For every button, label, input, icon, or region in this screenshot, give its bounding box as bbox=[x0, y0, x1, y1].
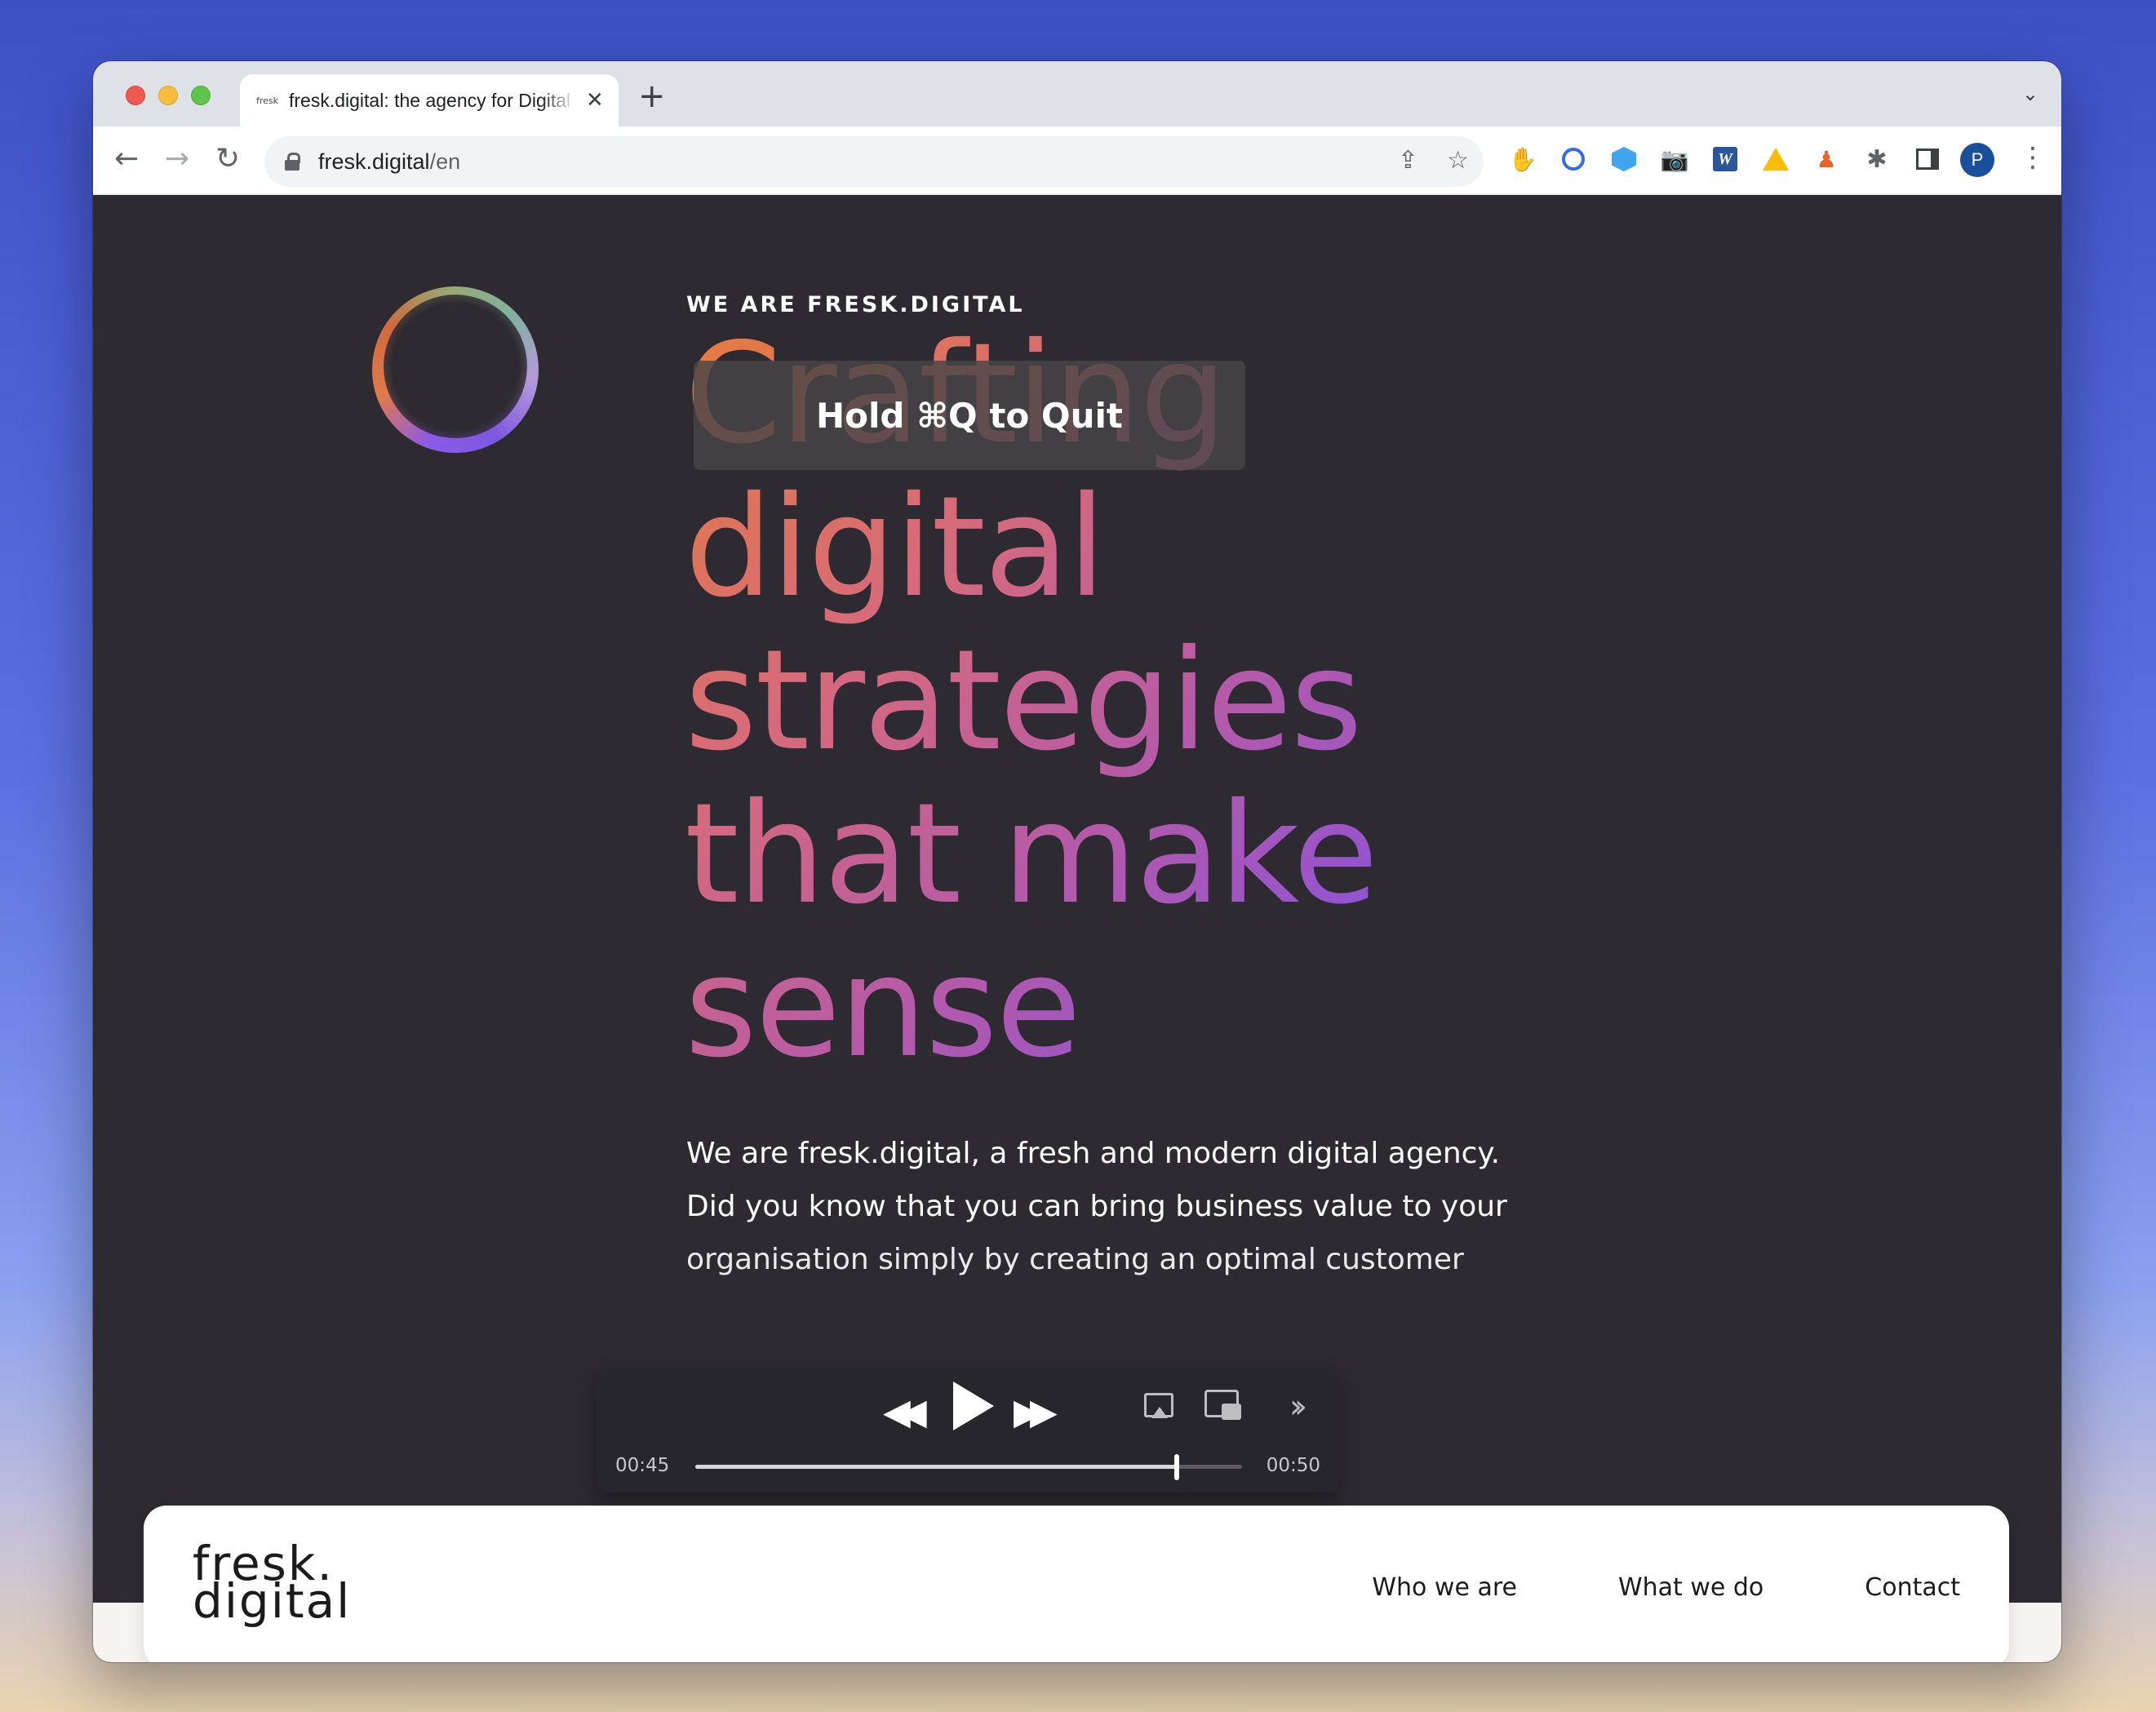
headline-line: strategies bbox=[685, 620, 1361, 782]
tab-strip: fresk fresk.digital: the agency for Digi… bbox=[93, 61, 2061, 126]
play-icon[interactable] bbox=[948, 1382, 997, 1434]
rewind-icon[interactable]: ◀◀ bbox=[883, 1391, 927, 1433]
close-window-button[interactable] bbox=[126, 86, 145, 105]
close-icon[interactable]: ✕ bbox=[586, 88, 604, 113]
duration-time: 00:50 bbox=[1266, 1455, 1320, 1476]
zoom-window-button[interactable] bbox=[191, 86, 211, 105]
scrub-handle[interactable] bbox=[1173, 1454, 1179, 1480]
current-time: 00:45 bbox=[615, 1455, 670, 1476]
nav-link-who-we-are[interactable]: Who we are bbox=[1372, 1573, 1517, 1602]
intro-line: Did you know that you can bring business… bbox=[686, 1190, 1507, 1223]
nav-link-contact[interactable]: Contact bbox=[1865, 1573, 1960, 1602]
headline-line: digital bbox=[685, 467, 1105, 628]
intro-line: organisation simply by creating an optim… bbox=[686, 1243, 1464, 1276]
site-nav-bar: fresk. digital Who we are What we do Con… bbox=[144, 1506, 2009, 1662]
picture-in-picture-icon[interactable] bbox=[1204, 1390, 1241, 1420]
sidepanel-icon[interactable] bbox=[1913, 144, 1942, 174]
plus-icon[interactable]: + bbox=[638, 78, 666, 115]
hero-intro: We are fresk.digital, a fresh and modern… bbox=[686, 1127, 1507, 1286]
puzzle-icon[interactable]: ✱ bbox=[1862, 144, 1892, 174]
browser-tab[interactable]: fresk fresk.digital: the agency for Digi… bbox=[240, 74, 619, 126]
hexagon-icon[interactable] bbox=[1609, 144, 1639, 174]
quit-shortcut-hud: Hold ⌘Q to Quit bbox=[694, 361, 1245, 470]
hand-icon[interactable]: ✋ bbox=[1508, 144, 1537, 174]
reload-icon[interactable]: ↻ bbox=[215, 143, 240, 175]
arrow-right-icon[interactable]: → bbox=[165, 143, 189, 175]
intro-line: We are fresk.digital, a fresh and modern… bbox=[686, 1137, 1501, 1170]
web-page: WE ARE FRESK.DIGITAL Crafting digital st… bbox=[93, 195, 2061, 1662]
url-text[interactable]: fresk.digital/en bbox=[318, 149, 460, 175]
url-path: /en bbox=[429, 149, 461, 174]
nav-links: Who we are What we do Contact bbox=[1372, 1506, 1960, 1662]
menu-dots-icon[interactable]: ⋮ bbox=[2019, 141, 2047, 174]
logo-line: digital bbox=[193, 1573, 352, 1629]
tab-title: fresk.digital: the agency for Digital bbox=[289, 89, 571, 111]
gradient-orb-decoration bbox=[372, 286, 539, 453]
nav-link-what-we-do[interactable]: What we do bbox=[1618, 1573, 1763, 1602]
headline-line: sense bbox=[685, 927, 1080, 1089]
address-bar[interactable]: fresk.digital/en ⇪ ☆ bbox=[264, 136, 1484, 187]
lock-icon[interactable] bbox=[284, 153, 300, 171]
drive-icon[interactable] bbox=[1761, 144, 1790, 174]
figure-icon[interactable]: ♟ bbox=[1812, 144, 1841, 174]
scrub-progress bbox=[695, 1465, 1177, 1469]
browser-toolbar: ← → ↻ fresk.digital/en ⇪ ☆ ✋ 📷 W ♟ ✱ P ⋮ bbox=[93, 126, 2061, 195]
profile-avatar[interactable]: P bbox=[1960, 143, 1994, 177]
bookmark-star-icon[interactable]: ☆ bbox=[1447, 146, 1469, 175]
media-controls: ◀◀ ▶▶ ›› 00:45 00:50 bbox=[596, 1370, 1340, 1492]
word-icon[interactable]: W bbox=[1710, 144, 1740, 174]
scrub-bar[interactable] bbox=[695, 1454, 1242, 1480]
lens-icon[interactable] bbox=[1559, 144, 1588, 174]
favicon-icon: fresk bbox=[256, 95, 279, 106]
fast-forward-icon[interactable]: ▶▶ bbox=[1014, 1391, 1058, 1433]
headline-line: that make bbox=[685, 774, 1377, 935]
chevron-down-icon[interactable]: ⌄ bbox=[2022, 82, 2038, 105]
more-controls-icon[interactable]: ›› bbox=[1289, 1388, 1307, 1426]
minimize-window-button[interactable] bbox=[158, 86, 178, 105]
camera-icon[interactable]: 📷 bbox=[1660, 144, 1689, 174]
arrow-left-icon[interactable]: ← bbox=[114, 143, 139, 175]
airplay-icon[interactable] bbox=[1144, 1393, 1173, 1418]
browser-window: fresk fresk.digital: the agency for Digi… bbox=[93, 61, 2061, 1662]
url-host: fresk.digital bbox=[318, 149, 430, 174]
site-logo[interactable]: fresk. digital bbox=[193, 1540, 352, 1629]
share-icon[interactable]: ⇪ bbox=[1398, 146, 1418, 175]
